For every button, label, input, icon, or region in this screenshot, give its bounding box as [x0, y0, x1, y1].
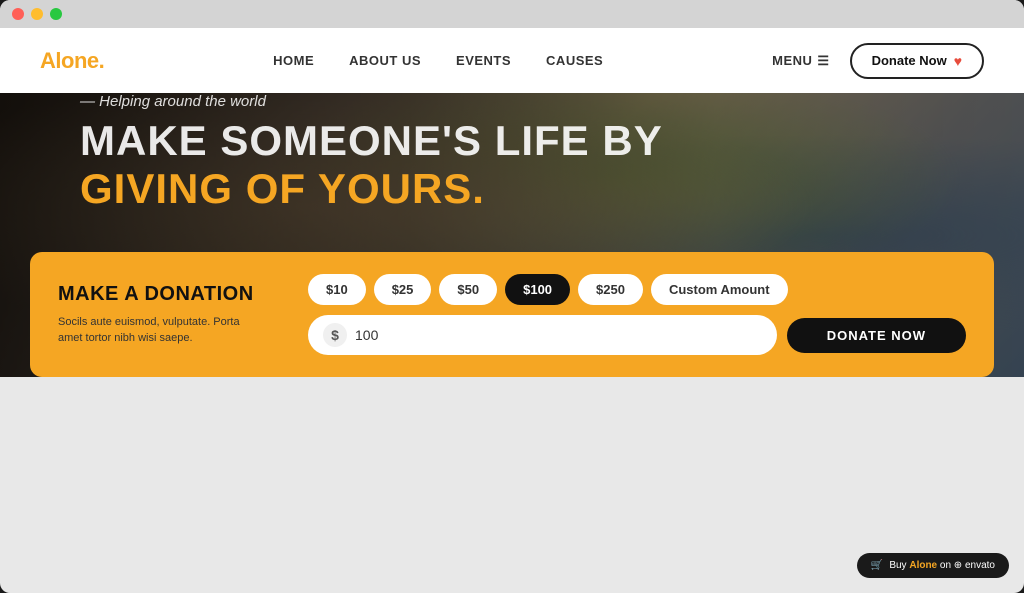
donation-box: MAKE A DONATION Socils aute euismod, vul…: [30, 252, 994, 377]
menu-button[interactable]: MENU ☰: [772, 53, 829, 69]
hero-title-line2: GIVING OF YOURS.: [80, 166, 1024, 212]
donate-now-submit-button[interactable]: DONATE NOW: [787, 318, 966, 353]
cart-icon: 🛒: [871, 560, 883, 571]
maximize-button[interactable]: [50, 8, 62, 20]
amount-input[interactable]: [355, 327, 762, 343]
donation-right: $10 $25 $50 $100 $250 Custom Amount $ DO…: [308, 274, 966, 355]
nav-right: MENU ☰ Donate Now ♥: [772, 43, 984, 79]
amount-10-button[interactable]: $10: [308, 274, 366, 305]
amount-50-button[interactable]: $50: [439, 274, 497, 305]
nav-links: HOME ABOUT US EVENTS CAUSES: [273, 52, 603, 70]
amount-input-row: $ DONATE NOW: [308, 315, 966, 355]
site-logo[interactable]: Alone.: [40, 48, 104, 74]
close-button[interactable]: [12, 8, 24, 20]
envato-badge[interactable]: 🛒 Buy Alone on ⊕ envato: [857, 553, 1009, 578]
hero-subtitle: Helping around the world: [80, 93, 1024, 110]
amount-25-button[interactable]: $25: [374, 274, 432, 305]
amount-100-button[interactable]: $100: [505, 274, 570, 305]
envato-text: Buy Alone on ⊕ envato: [889, 560, 995, 571]
mac-titlebar: [0, 0, 1024, 28]
nav-item-about[interactable]: ABOUT US: [349, 52, 421, 70]
donate-now-button[interactable]: Donate Now ♥: [850, 43, 984, 79]
currency-symbol: $: [323, 323, 347, 347]
hamburger-icon: ☰: [817, 53, 829, 69]
heart-icon: ♥: [954, 53, 962, 69]
donate-button-label: Donate Now: [872, 53, 947, 68]
nav-item-home[interactable]: HOME: [273, 52, 314, 70]
hero-content: Helping around the world MAKE SOMEONE'S …: [0, 93, 1024, 252]
nav-link-about[interactable]: ABOUT US: [349, 53, 421, 68]
hero-section: Helping around the world MAKE SOMEONE'S …: [0, 93, 1024, 377]
nav-item-events[interactable]: EVENTS: [456, 52, 511, 70]
amount-250-button[interactable]: $250: [578, 274, 643, 305]
browser-content: Alone. HOME ABOUT US EVENTS CAUSES MENU: [0, 28, 1024, 593]
amount-buttons: $10 $25 $50 $100 $250 Custom Amount: [308, 274, 966, 305]
brand-name: Alone: [909, 560, 937, 571]
logo-text: Alone: [40, 48, 99, 73]
donation-description: Socils aute euismod, vulputate. Porta am…: [58, 314, 258, 347]
hero-title-line1: MAKE SOMEONE'S LIFE BY: [80, 118, 1024, 164]
donation-title: MAKE A DONATION: [58, 283, 278, 306]
minimize-button[interactable]: [31, 8, 43, 20]
menu-label: MENU: [772, 53, 812, 68]
nav-link-events[interactable]: EVENTS: [456, 53, 511, 68]
logo-dot: .: [99, 48, 105, 73]
nav-item-causes[interactable]: CAUSES: [546, 52, 603, 70]
amount-input-wrapper: $: [308, 315, 777, 355]
nav-link-causes[interactable]: CAUSES: [546, 53, 603, 68]
browser-window: Alone. HOME ABOUT US EVENTS CAUSES MENU: [0, 0, 1024, 593]
donation-left: MAKE A DONATION Socils aute euismod, vul…: [58, 283, 278, 347]
navbar: Alone. HOME ABOUT US EVENTS CAUSES MENU: [0, 28, 1024, 93]
nav-link-home[interactable]: HOME: [273, 53, 314, 68]
amount-custom-button[interactable]: Custom Amount: [651, 274, 788, 305]
